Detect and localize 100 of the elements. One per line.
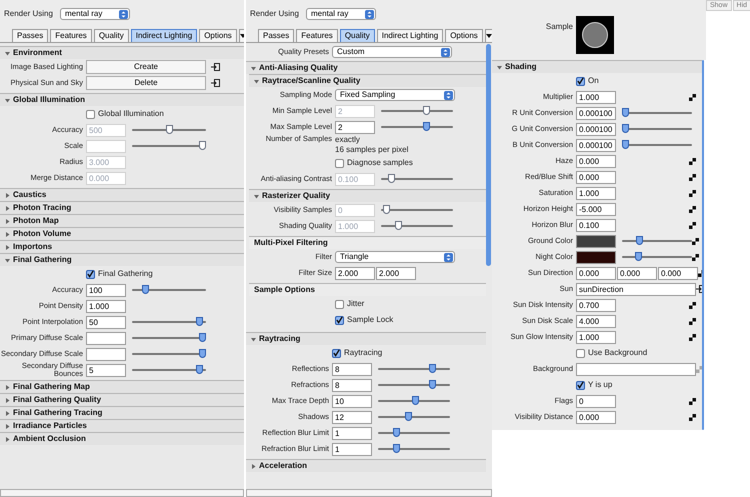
number-field[interactable]: -5.000: [576, 202, 616, 216]
expanded-triangle-icon[interactable]: [254, 194, 259, 198]
number-field[interactable]: 0.000100: [576, 106, 616, 120]
section-header[interactable]: Photon Volume: [0, 228, 244, 240]
checkbox[interactable]: [332, 348, 341, 358]
scrollbar-thumb[interactable]: [702, 60, 704, 430]
slider-thumb[interactable]: [405, 412, 412, 421]
text-field[interactable]: [576, 362, 696, 376]
number-field[interactable]: 0.000: [576, 266, 616, 280]
connect-icon[interactable]: [211, 63, 220, 71]
number-field[interactable]: 2: [335, 120, 375, 134]
expanded-triangle-icon[interactable]: [251, 336, 256, 342]
checkbox[interactable]: [86, 110, 95, 118]
number-field[interactable]: 0.000100: [576, 122, 616, 136]
action-button[interactable]: Create: [86, 60, 206, 74]
map-button-icon[interactable]: [689, 222, 696, 228]
section-header[interactable]: Final Gathering: [0, 254, 244, 266]
dropdown[interactable]: mental ray: [306, 8, 376, 20]
slider-thumb[interactable]: [199, 333, 206, 342]
collapsed-triangle-icon[interactable]: [251, 464, 256, 468]
expanded-triangle-icon[interactable]: [497, 64, 502, 70]
slider-thumb[interactable]: [428, 364, 436, 373]
slider-thumb[interactable]: [392, 444, 400, 453]
slider-thumb[interactable]: [622, 108, 629, 117]
tab[interactable]: Features: [50, 29, 92, 42]
checkbox[interactable]: [335, 300, 344, 308]
map-button-icon[interactable]: [689, 398, 696, 404]
expanded-triangle-icon[interactable]: [251, 66, 256, 70]
map-button-icon[interactable]: [689, 302, 696, 308]
number-field[interactable]: [86, 332, 126, 344]
collapsed-triangle-icon[interactable]: [5, 436, 10, 442]
number-field[interactable]: 100: [86, 284, 126, 296]
section-header[interactable]: Irradiance Particles: [0, 420, 244, 432]
number-field[interactable]: 0.000: [576, 170, 616, 184]
map-button-icon[interactable]: [689, 318, 696, 324]
checkbox[interactable]: [86, 270, 95, 278]
expanded-triangle-icon[interactable]: [5, 258, 10, 262]
number-field[interactable]: 8: [332, 362, 372, 376]
map-button-icon[interactable]: [692, 238, 699, 244]
number-field[interactable]: 1.000: [576, 186, 616, 200]
map-button-icon[interactable]: [689, 174, 696, 180]
collapsed-triangle-icon[interactable]: [5, 244, 10, 250]
slider-thumb[interactable]: [412, 396, 419, 405]
map-button-icon[interactable]: [689, 190, 696, 196]
number-field[interactable]: 1.000: [86, 300, 126, 312]
collapsed-triangle-icon[interactable]: [5, 218, 10, 224]
number-field[interactable]: 1.000: [576, 90, 616, 104]
number-field[interactable]: 10: [332, 394, 372, 408]
slider-thumb[interactable]: [636, 236, 643, 245]
tab[interactable]: Features: [296, 29, 338, 42]
number-field[interactable]: 50: [86, 316, 126, 328]
collapsed-triangle-icon[interactable]: [5, 424, 10, 428]
checkbox[interactable]: [576, 76, 585, 86]
section-header[interactable]: Final Gathering Tracing: [0, 407, 244, 419]
slider-thumb[interactable]: [199, 349, 206, 358]
number-field[interactable]: 0.000: [576, 410, 616, 424]
section-header[interactable]: Caustics: [0, 189, 244, 201]
color-swatch[interactable]: [576, 234, 616, 248]
section-header[interactable]: Final Gathering Quality: [0, 394, 244, 406]
section-header[interactable]: Importons: [0, 241, 244, 253]
checkbox[interactable]: [335, 316, 344, 324]
dropdown[interactable]: mental ray: [60, 8, 130, 20]
tab[interactable]: Quality: [340, 29, 375, 42]
number-field[interactable]: 0.700: [576, 298, 616, 312]
map-button-icon[interactable]: [689, 206, 696, 212]
number-field[interactable]: 5: [86, 364, 126, 376]
number-field[interactable]: 0.000: [617, 266, 657, 280]
section-header[interactable]: Ambient Occlusion: [0, 433, 244, 445]
number-field[interactable]: 0.000: [658, 266, 698, 280]
map-button-icon[interactable]: [689, 334, 696, 340]
number-field[interactable]: 0.100: [576, 218, 616, 232]
section-header[interactable]: Photon Map: [0, 215, 244, 227]
checkbox[interactable]: [335, 158, 344, 168]
tab[interactable]: Quality: [94, 29, 129, 42]
color-swatch[interactable]: [576, 250, 616, 264]
slider-thumb[interactable]: [622, 124, 629, 133]
section-header[interactable]: Environment: [0, 47, 244, 59]
number-field[interactable]: 2.000: [376, 266, 416, 280]
tab[interactable]: Indirect Lighting: [130, 29, 198, 42]
number-field[interactable]: 12: [332, 410, 372, 424]
scrollbar-thumb[interactable]: [486, 44, 491, 266]
section-header[interactable]: Final Gathering Map: [0, 381, 244, 393]
expanded-triangle-icon[interactable]: [254, 78, 259, 84]
slider-thumb[interactable]: [142, 285, 150, 294]
collapsed-triangle-icon[interactable]: [5, 192, 10, 198]
collapsed-triangle-icon[interactable]: [5, 384, 10, 390]
dropdown[interactable]: Triangle: [335, 251, 455, 263]
map-button-icon[interactable]: [692, 254, 699, 260]
number-field[interactable]: 0: [576, 394, 616, 408]
map-button-icon[interactable]: [689, 158, 696, 164]
number-field[interactable]: 8: [332, 378, 372, 392]
dropdown[interactable]: Fixed Sampling: [335, 89, 455, 101]
dropdown[interactable]: Custom: [332, 46, 452, 58]
connect-icon[interactable]: [211, 79, 220, 87]
number-field[interactable]: 1: [332, 442, 372, 456]
tab[interactable]: Passes: [258, 29, 294, 42]
text-field[interactable]: sunDirection: [576, 282, 696, 296]
checkbox[interactable]: [576, 348, 585, 358]
tab[interactable]: Options: [199, 29, 237, 42]
slider-thumb[interactable]: [622, 140, 629, 149]
